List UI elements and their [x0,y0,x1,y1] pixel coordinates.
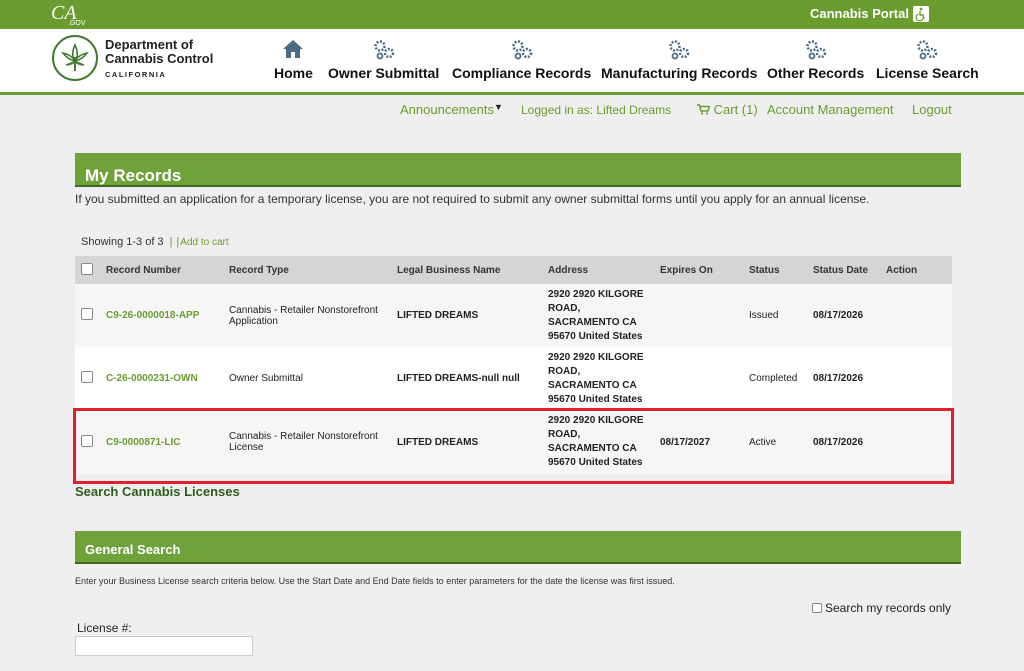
col-record-number[interactable]: Record Number [100,256,223,284]
announcements-link[interactable]: Announcements▼ [400,102,503,117]
separator: | [169,236,173,248]
general-search-description: Enter your Business License search crite… [75,576,675,586]
gears-icon [805,40,826,60]
search-my-records-checkbox[interactable] [812,603,822,613]
table-row: C9-26-0000018-APP Cannabis - Retailer No… [75,284,952,347]
account-management-link[interactable]: Account Management [767,102,893,117]
nav-compliance-records-label: Compliance Records [452,65,592,81]
address: 2920 2920 KILGORE ROAD, SACRAMENTO CA 95… [542,284,654,347]
cart-icon [697,104,711,115]
address: 2920 2920 KILGORE ROAD, SACRAMENTO CA 95… [542,347,654,410]
col-status[interactable]: Status [743,256,807,284]
gears-icon [511,40,532,60]
table-row: C-26-0000231-OWN Owner Submittal LIFTED … [75,347,952,410]
nav-license-search[interactable]: License Search [876,37,979,83]
record-number-link[interactable]: C9-26-0000018-APP [100,284,223,347]
license-number-label: License #: [77,621,132,635]
col-status-date[interactable]: Status Date [807,256,880,284]
dcc-logo[interactable] [52,35,98,81]
cannabis-portal-label[interactable]: Cannabis Portal [810,6,909,21]
add-to-cart-link[interactable]: Add to cart [180,237,228,248]
dept-line-2: Cannabis Control [105,51,214,66]
nav-owner-submittal[interactable]: Owner Submittal [328,37,439,83]
gears-icon [373,40,394,60]
general-search-header: General Search [75,531,961,564]
nav-other-records-label: Other Records [767,65,865,81]
col-legal-business-name[interactable]: Legal Business Name [391,256,542,284]
record-type: Owner Submittal [223,347,391,410]
separator: | [176,236,180,248]
select-all-cell [75,256,100,284]
table-header-row: Record Number Record Type Legal Business… [75,256,952,284]
temporary-license-notice: If you submitted an application for a te… [75,192,870,206]
status: Issued [743,284,807,347]
my-records-title: My Records [85,166,182,185]
nav-manufacturing-records-label: Manufacturing Records [601,65,758,81]
site-header: Department of Cannabis Control CALIFORNI… [0,29,1024,95]
my-records-header: My Records [75,153,961,187]
expires-on [654,347,743,410]
announcements-label: Announcements [400,102,494,117]
action [880,347,952,410]
nav-compliance-records[interactable]: Compliance Records [452,37,591,83]
expires-on [654,284,743,347]
ca-gov-logo[interactable]: CA .GOV [50,2,90,27]
nav-other-records[interactable]: Other Records [767,37,864,83]
general-search-title: General Search [85,542,181,557]
cart-link[interactable]: Cart (1) [697,102,758,117]
records-count: Showing 1-3 of 3 | |Add to cart [81,236,229,248]
select-all-checkbox[interactable] [81,262,93,275]
record-type: Cannabis - Retailer Nonstorefront Applic… [223,284,391,347]
caret-down-icon: ▼ [493,102,503,112]
logged-in-label: Logged in as: Lifted Dreams [521,103,672,117]
accessibility-icon[interactable] [913,6,929,22]
status: Completed [743,347,807,410]
showing-count: Showing 1-3 of 3 [81,236,164,248]
dept-line-3: CALIFORNIA [105,70,167,79]
col-record-type[interactable]: Record Type [223,256,391,284]
nav-license-search-label: License Search [876,65,979,81]
dept-line-1: Department of [105,37,194,52]
search-my-records-label: Search my records only [825,601,952,615]
row-checkbox-cell [75,284,100,347]
row-checkbox[interactable] [81,371,93,383]
highlight-box [73,408,954,484]
col-expires-on[interactable]: Expires On [654,256,743,284]
record-number-link[interactable]: C-26-0000231-OWN [100,347,223,410]
status-date: 08/17/2026 [807,347,880,410]
row-checkbox[interactable] [81,308,93,320]
gears-icon [917,40,938,60]
col-action: Action [880,256,952,284]
business-name: LIFTED DREAMS [391,284,542,347]
search-cannabis-licenses-link[interactable]: Search Cannabis Licenses [75,484,240,499]
nav-owner-submittal-label: Owner Submittal [328,65,440,81]
gears-icon [669,40,690,60]
row-checkbox-cell [75,347,100,410]
top-bar: CA .GOV Cannabis Portal [0,0,1024,29]
search-my-records-option[interactable]: Search my records only [812,601,951,615]
status-date: 08/17/2026 [807,284,880,347]
svg-text:.GOV: .GOV [68,20,86,27]
license-number-input[interactable] [75,636,253,656]
department-name: Department of Cannabis Control CALIFORNI… [105,38,213,82]
action [880,284,952,347]
logout-link[interactable]: Logout [912,102,952,117]
business-name: LIFTED DREAMS-null null [391,347,542,410]
cart-label: Cart (1) [713,102,758,117]
nav-home-label: Home [274,65,313,81]
nav-manufacturing-records[interactable]: Manufacturing Records [601,37,757,83]
col-address[interactable]: Address [542,256,654,284]
nav-home[interactable]: Home [274,37,313,83]
home-icon [283,40,304,58]
